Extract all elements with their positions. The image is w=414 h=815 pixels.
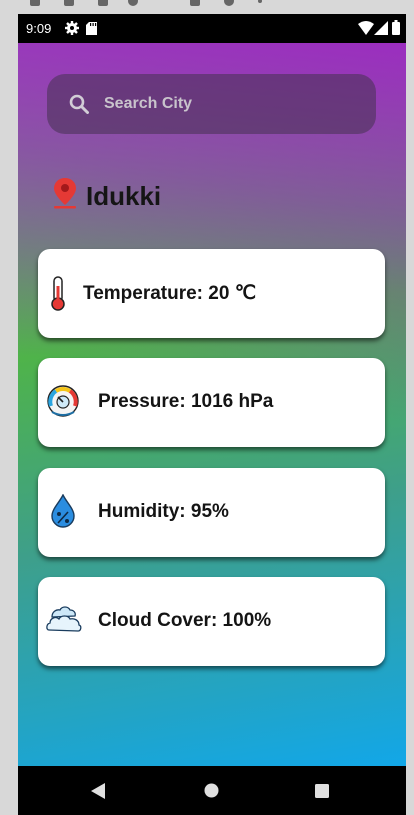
signal-icon [374, 21, 388, 35]
ghost-icon [224, 0, 234, 6]
phone-frame: 9:09 Search City Idukki Temperature: 20 … [18, 14, 406, 815]
home-icon[interactable] [204, 783, 219, 798]
water-drop-icon [51, 494, 75, 528]
weather-screen: Search City Idukki Temperature: 20 ℃ Pre… [18, 43, 406, 766]
ghost-icon [98, 0, 108, 6]
humidity-label: Humidity: 95% [98, 501, 229, 522]
sd-card-icon [86, 22, 97, 35]
cloud-cover-label: Cloud Cover: 100% [98, 610, 272, 631]
wifi-icon [358, 21, 374, 35]
ghost-icon [190, 0, 200, 6]
city-name: Idukki [86, 181, 162, 211]
thermometer-icon [51, 276, 65, 311]
pressure-label: Pressure: 1016 hPa [98, 391, 274, 412]
top-strip [0, 0, 414, 14]
emulator-margin [406, 14, 414, 815]
location-pin-icon [54, 178, 76, 209]
back-icon[interactable] [91, 783, 105, 799]
status-time: 9:09 [26, 21, 52, 36]
pressure-card: Pressure: 1016 hPa [38, 358, 385, 447]
battery-icon [392, 20, 400, 35]
ghost-icon [30, 0, 40, 6]
ghost-icon [64, 0, 74, 6]
gauge-icon [47, 385, 79, 417]
recents-icon[interactable] [315, 784, 329, 798]
navigation-bar [18, 766, 406, 815]
humidity-card: Humidity: 95% [38, 468, 385, 557]
search-input[interactable]: Search City [104, 95, 192, 113]
search-icon [69, 94, 89, 114]
temperature-label: Temperature: 20 ℃ [83, 283, 257, 304]
cloud-card: Cloud Cover: 100% [38, 577, 385, 666]
search-bar[interactable]: Search City [47, 74, 376, 134]
ghost-icon [258, 0, 262, 3]
status-bar: 9:09 [18, 14, 406, 43]
cloud-icon [46, 606, 82, 632]
temperature-card: Temperature: 20 ℃ [38, 249, 385, 338]
ghost-icon [128, 0, 138, 6]
gear-icon [65, 21, 79, 35]
